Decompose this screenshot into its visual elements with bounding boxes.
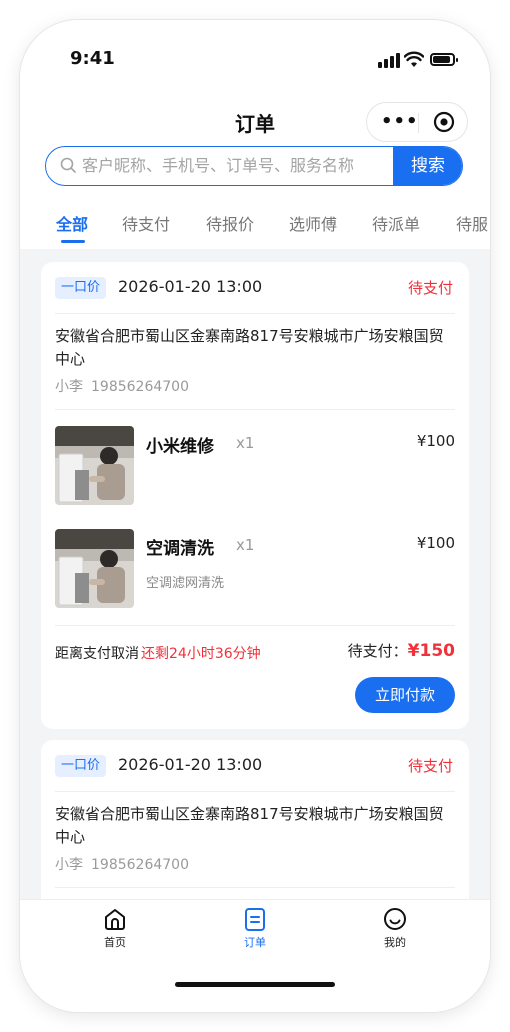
home-indicator[interactable] (175, 982, 335, 987)
battery-icon (430, 53, 458, 66)
amount-due-label: 待支付： (347, 642, 408, 660)
payment-countdown: 距离支付取消 还剩24小时36分钟 (55, 643, 261, 663)
countdown-prefix: 距离支付取消 (55, 646, 139, 662)
capsule-divider (418, 113, 419, 133)
order-contact: 小李 19856264700 (55, 854, 189, 874)
service-description: 空调滤网清洗 (146, 576, 225, 591)
divider (55, 791, 455, 792)
order-status-tabs: 全部 待支付 待报价 选师傅 待派单 待服 (20, 205, 490, 249)
cellular-signal-icon (378, 52, 400, 68)
tab-pending-payment[interactable]: 待支付 (122, 211, 170, 235)
price-type-tag: 一口价 (55, 755, 107, 777)
tabbar-mine[interactable]: 我的 (360, 906, 430, 950)
nav-header: 订单 ••• (20, 100, 490, 145)
order-address: 安徽省合肥市蜀山区金寨南路817号安粮城市广场安粮国贸中心 (55, 327, 444, 368)
service-thumbnail (55, 426, 134, 505)
order-contact: 小李 19856264700 (55, 376, 189, 396)
divider (55, 313, 455, 314)
contact-phone: 19856264700 (91, 379, 189, 395)
wifi-icon (404, 51, 424, 67)
contact-name: 小李 (55, 857, 83, 873)
phone-frame: 9:41 订单 ••• 搜索 (20, 20, 490, 1012)
tab-pending-dispatch[interactable]: 待派单 (372, 211, 420, 235)
pay-now-button[interactable]: 立即付款 (355, 677, 455, 713)
price-type-tag: 一口价 (55, 277, 107, 299)
search-button[interactable]: 搜索 (393, 147, 462, 185)
tabbar-home[interactable]: 首页 (80, 906, 150, 950)
amount-due: 待支付：¥150 (348, 640, 455, 661)
miniprogram-capsule: ••• (366, 102, 468, 142)
order-status: 待支付 (407, 279, 453, 297)
divider (55, 887, 455, 888)
tabbar-orders-label: 订单 (244, 936, 266, 949)
active-tab-indicator (61, 240, 85, 243)
service-name: 空调清洗 (146, 539, 214, 559)
order-icon (245, 908, 265, 931)
order-status: 待支付 (407, 757, 453, 775)
order-card[interactable]: 一口价 2026-01-20 13:00 待支付 安徽省合肥市蜀山区金寨南路81… (41, 262, 469, 729)
tab-pending-quote[interactable]: 待报价 (206, 211, 254, 235)
tabbar-home-label: 首页 (104, 936, 126, 949)
service-price: ¥100 (416, 534, 455, 552)
smile-icon (384, 908, 406, 930)
amount-due-value: ¥150 (407, 641, 455, 661)
tabbar-orders[interactable]: 订单 (220, 906, 290, 950)
home-icon (105, 909, 125, 930)
countdown-remaining: 还剩24小时36分钟 (141, 646, 261, 662)
tab-all[interactable]: 全部 (56, 211, 88, 235)
contact-phone: 19856264700 (91, 857, 189, 873)
status-time: 9:41 (70, 48, 115, 69)
service-price: ¥100 (416, 432, 455, 450)
tab-select-master[interactable]: 选师傅 (289, 211, 337, 235)
status-bar: 9:41 (20, 20, 490, 100)
divider (55, 625, 455, 626)
bottom-tab-bar: 首页 订单 我的 (20, 899, 490, 1012)
service-thumbnail (55, 529, 134, 608)
service-qty: x1 (236, 536, 255, 554)
search-area: 搜索 (20, 145, 490, 205)
order-card[interactable]: 一口价 2026-01-20 13:00 待支付 安徽省合肥市蜀山区金寨南路81… (41, 740, 469, 899)
service-name: 小米维修 (146, 437, 214, 457)
target-circle-icon[interactable] (433, 111, 455, 133)
search-box: 搜索 (45, 146, 463, 186)
contact-name: 小李 (55, 379, 83, 395)
more-dots-icon[interactable]: ••• (381, 111, 419, 132)
order-address: 安徽省合肥市蜀山区金寨南路817号安粮城市广场安粮国贸中心 (55, 805, 444, 846)
tabbar-mine-label: 我的 (384, 936, 406, 949)
search-icon (60, 157, 76, 173)
order-time: 2026-01-20 13:00 (118, 277, 263, 296)
order-time: 2026-01-20 13:00 (118, 755, 263, 774)
order-list[interactable]: 一口价 2026-01-20 13:00 待支付 安徽省合肥市蜀山区金寨南路81… (20, 249, 490, 899)
service-qty: x1 (236, 434, 255, 452)
divider (55, 409, 455, 410)
tab-pending-service[interactable]: 待服 (456, 211, 488, 235)
search-input[interactable] (82, 147, 392, 184)
